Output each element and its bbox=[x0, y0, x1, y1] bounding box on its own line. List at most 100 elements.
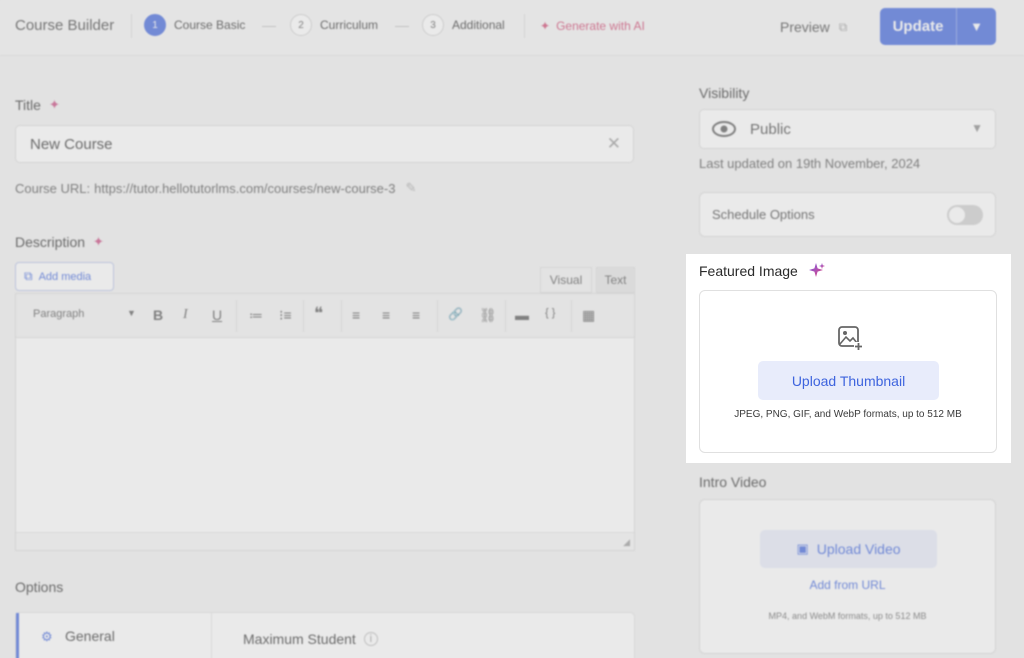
upload-video-label: Upload Video bbox=[816, 541, 901, 557]
toolbar-divider bbox=[505, 300, 506, 332]
step-number: 1 bbox=[144, 14, 166, 36]
featured-image-label: Featured Image bbox=[699, 263, 798, 279]
visibility-value: Public bbox=[750, 120, 791, 138]
sparkle-icon[interactable]: ✦ bbox=[49, 97, 60, 113]
step-label: Additional bbox=[452, 18, 505, 32]
chevron-down-icon: ▼ bbox=[971, 121, 983, 135]
featured-image-label-row: Featured Image bbox=[699, 262, 826, 280]
update-label: Update bbox=[892, 18, 944, 35]
read-more-icon[interactable]: ▬ bbox=[515, 307, 529, 323]
editor-status-bar: ◢ bbox=[16, 532, 634, 550]
image-add-icon bbox=[838, 326, 863, 351]
step-number: 2 bbox=[290, 14, 312, 36]
options-tab-general[interactable]: ⚙ General bbox=[16, 613, 212, 658]
step-curriculum[interactable]: 2 Curriculum bbox=[290, 14, 378, 36]
course-url-row: Course URL: https://tutor.hellotutorlms.… bbox=[15, 180, 416, 196]
external-link-icon: ⧉ bbox=[838, 19, 848, 34]
unlink-icon[interactable]: ⛓ bbox=[479, 307, 497, 324]
media-icon: ⧉ bbox=[24, 269, 33, 283]
visibility-label: Visibility bbox=[699, 85, 750, 101]
editor-toolbar: Paragraph ▼ B I U ≔ ⁝≡ ❝ ≡ ≡ ≡ 🔗 ⛓ ▬ { }… bbox=[16, 294, 634, 338]
top-bar: Course Builder 1 Course Basic 2 Curricul… bbox=[0, 0, 1024, 56]
bullet-list-icon[interactable]: ≔ bbox=[249, 307, 263, 324]
featured-image-dropzone[interactable]: Upload Thumbnail JPEG, PNG, GIF, and Web… bbox=[699, 290, 997, 453]
preview-button[interactable]: Preview ⧉ bbox=[780, 19, 847, 35]
video-icon: ▣ bbox=[796, 541, 809, 556]
featured-image-panel: Featured Image Upload Thumbnail JPEG, PN… bbox=[686, 254, 1011, 463]
gear-icon: ⚙ bbox=[41, 629, 53, 644]
step-label: Curriculum bbox=[320, 18, 379, 32]
options-tab-label: General bbox=[65, 628, 115, 644]
intro-video-label: Intro Video bbox=[699, 474, 767, 490]
align-right-icon[interactable]: ≡ bbox=[412, 307, 420, 323]
step-number: 3 bbox=[422, 14, 444, 36]
generate-with-ai-button[interactable]: ✦ Generate with AI bbox=[540, 19, 645, 33]
toolbar-toggle-icon[interactable]: ▦ bbox=[582, 307, 595, 324]
title-value: New Course bbox=[30, 135, 113, 153]
schedule-options-label: Schedule Options bbox=[712, 207, 815, 222]
eye-icon bbox=[712, 121, 736, 137]
step-connector bbox=[395, 26, 409, 27]
numbered-list-icon[interactable]: ⁝≡ bbox=[279, 307, 292, 324]
schedule-options-row: Schedule Options bbox=[699, 192, 996, 237]
tab-text[interactable]: Text bbox=[596, 267, 635, 293]
add-from-url-link[interactable]: Add from URL bbox=[700, 578, 995, 592]
options-panel: ⚙ General Maximum Student i bbox=[15, 612, 635, 658]
resize-grip-icon[interactable]: ◢ bbox=[623, 537, 630, 548]
format-select[interactable]: Paragraph bbox=[33, 308, 84, 320]
title-label: Title bbox=[15, 97, 41, 113]
align-center-icon[interactable]: ≡ bbox=[382, 307, 390, 323]
toolbar-divider bbox=[437, 300, 438, 332]
image-formats-text: JPEG, PNG, GIF, and WebP formats, up to … bbox=[734, 409, 962, 420]
toolbar-divider bbox=[236, 300, 237, 332]
title-label-row: Title ✦ bbox=[15, 97, 60, 113]
step-label: Course Basic bbox=[174, 18, 246, 32]
info-icon[interactable]: i bbox=[363, 632, 378, 646]
close-icon[interactable]: ✕ bbox=[607, 134, 621, 154]
align-left-icon[interactable]: ≡ bbox=[352, 307, 360, 323]
course-url-label: Course URL: bbox=[15, 180, 91, 196]
active-indicator bbox=[16, 613, 19, 658]
code-icon[interactable]: { } bbox=[545, 307, 555, 319]
bold-icon[interactable]: B bbox=[153, 307, 163, 323]
tab-visual[interactable]: Visual bbox=[540, 267, 592, 293]
edit-icon[interactable]: ✎ bbox=[405, 180, 416, 196]
title-input[interactable]: New Course ✕ bbox=[15, 125, 634, 163]
last-updated-text: Last updated on 19th November, 2024 bbox=[699, 156, 921, 171]
visibility-select[interactable]: Public ▼ bbox=[699, 109, 996, 149]
caret-down-icon: ▼ bbox=[127, 308, 136, 318]
sparkle-icon[interactable]: ✦ bbox=[93, 234, 104, 250]
course-url-value: https://tutor.hellotutorlms.com/courses/… bbox=[94, 180, 396, 196]
add-media-label: Add media bbox=[38, 270, 92, 283]
toolbar-divider bbox=[341, 300, 342, 332]
schedule-toggle[interactable] bbox=[947, 205, 983, 225]
options-heading: Options bbox=[15, 579, 64, 595]
step-connector bbox=[262, 26, 276, 27]
brand-title: Course Builder bbox=[15, 17, 115, 34]
video-formats-text: MP4, and WebM formats, up to 512 MB bbox=[768, 611, 927, 621]
italic-icon[interactable]: I bbox=[183, 307, 188, 323]
upload-thumbnail-button[interactable]: Upload Thumbnail bbox=[758, 361, 939, 400]
blockquote-icon[interactable]: ❝ bbox=[314, 304, 323, 324]
max-student-label: Maximum Student bbox=[243, 631, 356, 647]
generate-ai-label: Generate with AI bbox=[556, 19, 645, 33]
preview-label: Preview bbox=[780, 19, 830, 35]
description-editor[interactable]: Paragraph ▼ B I U ≔ ⁝≡ ❝ ≡ ≡ ≡ 🔗 ⛓ ▬ { }… bbox=[15, 293, 635, 551]
description-label: Description bbox=[15, 234, 86, 250]
header-divider bbox=[524, 14, 525, 38]
underline-icon[interactable]: U bbox=[212, 307, 222, 323]
link-icon[interactable]: 🔗 bbox=[448, 307, 463, 321]
add-media-button[interactable]: ⧉ Add media bbox=[15, 262, 114, 291]
max-student-label-row: Maximum Student i bbox=[243, 631, 378, 647]
chevron-down-icon[interactable]: ▼ bbox=[957, 19, 996, 34]
sparkle-icon: ✦ bbox=[540, 19, 551, 33]
sparkle-icon[interactable] bbox=[808, 262, 826, 280]
description-label-row: Description ✦ bbox=[15, 234, 104, 250]
update-button[interactable]: Update ▼ bbox=[880, 8, 996, 45]
header-divider bbox=[131, 14, 132, 38]
upload-video-button[interactable]: ▣ Upload Video bbox=[760, 530, 937, 568]
toolbar-divider bbox=[303, 300, 304, 332]
step-additional[interactable]: 3 Additional bbox=[422, 14, 505, 36]
step-course-basic[interactable]: 1 Course Basic bbox=[144, 14, 245, 36]
intro-video-box: ▣ Upload Video Add from URL MP4, and Web… bbox=[699, 499, 996, 654]
